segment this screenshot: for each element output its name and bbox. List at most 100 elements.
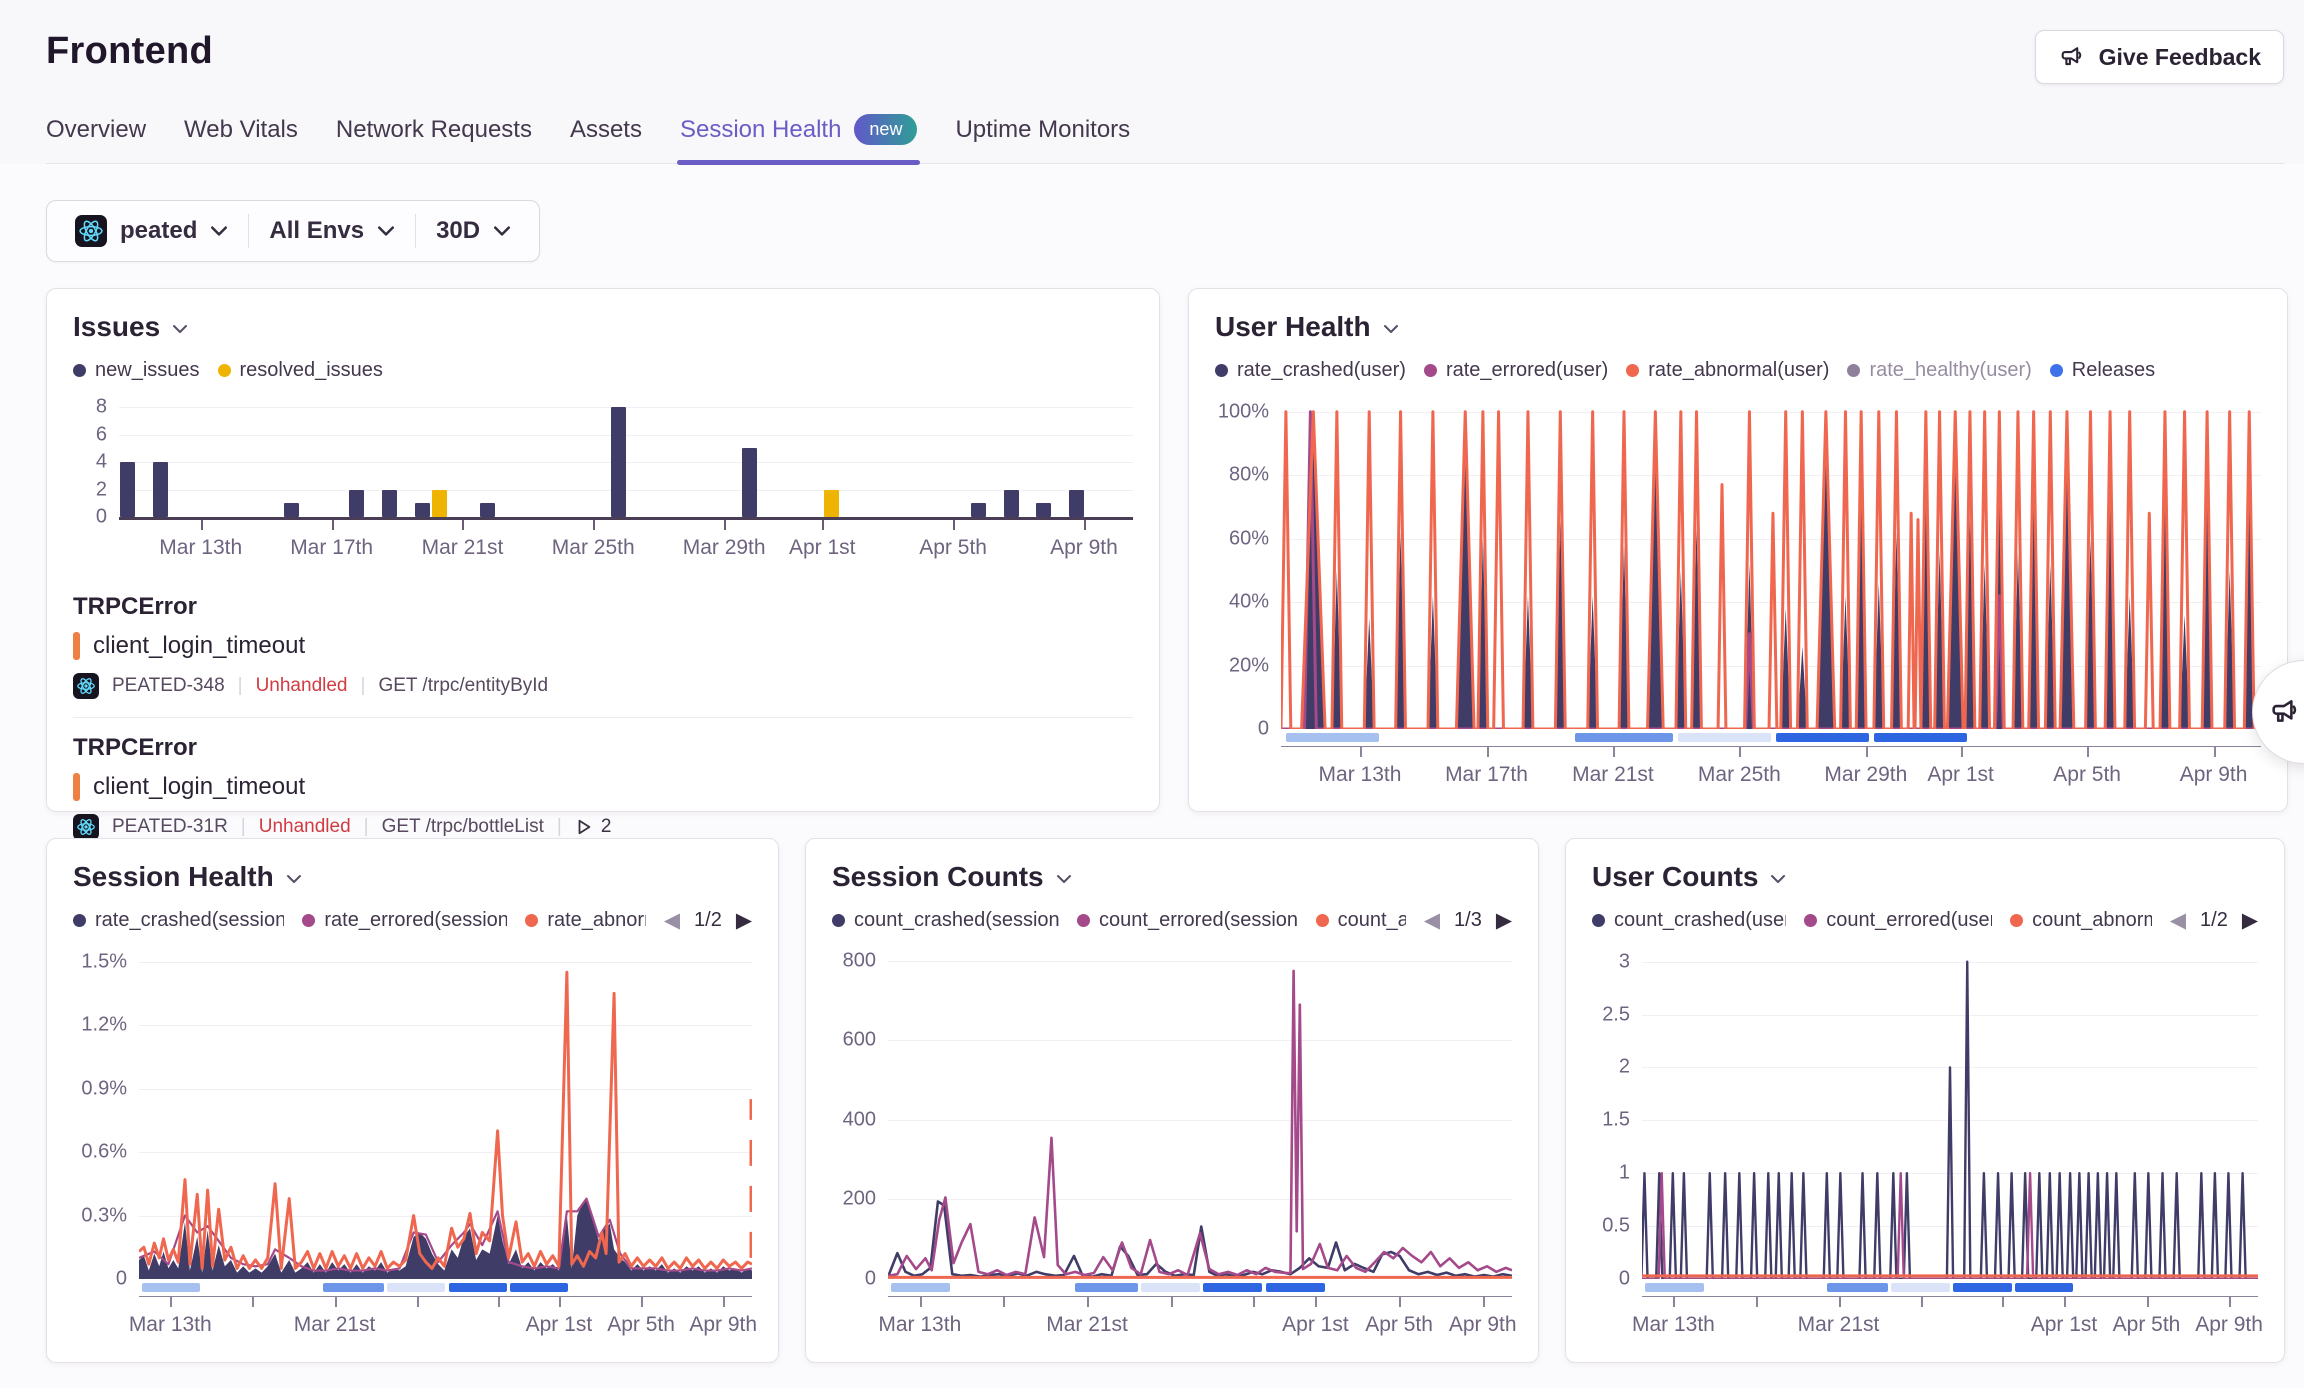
project-filter-value: peated [120,217,197,245]
legend-item-rate-crashed-user-[interactable]: rate_crashed(user) [1215,359,1406,382]
tab-uptime-monitors[interactable]: Uptime Monitors [955,114,1130,163]
tab-session-health[interactable]: Session Health new [680,114,917,163]
releases-track [139,1283,752,1292]
release-segment[interactable] [510,1283,568,1292]
session-health-title-dropdown[interactable]: Session Health [73,861,752,893]
x-axis-label: Mar 13th [1632,1313,1715,1337]
user-health-title-dropdown[interactable]: User Health [1215,311,2261,343]
meta-divider: | [557,816,562,838]
release-segment[interactable] [142,1283,200,1292]
y-axis-label: 2 [1619,1056,1630,1079]
release-segment[interactable] [1266,1283,1325,1292]
legend-pagination: ◀ 1/2 ▶ [664,909,752,932]
release-segment[interactable] [1075,1283,1137,1292]
legend-item-resolved-issues[interactable]: resolved_issues [218,359,383,382]
x-axis-tick [201,520,203,530]
y-axis-label: 200 [843,1188,876,1211]
legend-item-count-crashed-user-[interactable]: count_crashed(user) [1592,909,1786,932]
legend-next-button[interactable]: ▶ [2242,910,2258,931]
legend-prev-button[interactable]: ◀ [1424,910,1440,931]
x-axis: Mar 13thMar 21stApr 1stApr 5thApr 9th [139,1296,752,1346]
legend-label: rate_crashed(session) [95,909,284,932]
x-axis-label: Mar 21st [1572,763,1654,787]
legend-item-rate-errored-user-[interactable]: rate_errored(user) [1424,359,1608,382]
release-segment[interactable] [1891,1283,1950,1292]
replay-count[interactable]: 2 [575,816,612,838]
tab-web-vitals[interactable]: Web Vitals [184,114,298,163]
releases-track [1281,733,2261,742]
release-segment[interactable] [1827,1283,1889,1292]
date-range-filter[interactable]: 30D [416,201,531,261]
x-axis: Mar 13thMar 17thMar 21stMar 25thMar 29th… [1281,746,2261,796]
environment-filter[interactable]: All Envs [249,201,415,261]
issues-chart: 86420Mar 13thMar 17thMar 21stMar 25thMar… [73,399,1133,567]
legend-label: count_crashed(session) [854,909,1059,932]
x-axis-tick [170,1297,172,1307]
gridline [119,462,1133,463]
legend-item-rate-crashed-session-[interactable]: rate_crashed(session) [73,909,284,932]
release-segment[interactable] [1645,1283,1704,1292]
issue-row[interactable]: TRPCError client_login_timeout PEATED-31… [73,718,1133,858]
x-axis-label: Apr 1st [2031,1313,2098,1337]
x-axis-tick [920,1297,922,1307]
give-feedback-button[interactable]: Give Feedback [2035,30,2284,84]
tab-network-requests[interactable]: Network Requests [336,114,532,163]
user-health-chart: 100%80%60%40%20%0Mar 13thMar 17thMar 21s… [1215,399,2261,796]
release-segment[interactable] [1141,1283,1200,1292]
release-segment[interactable] [1286,733,1379,742]
legend-item-new-issues[interactable]: new_issues [73,359,200,382]
session-counts-title-dropdown[interactable]: Session Counts [832,861,1512,893]
bar-new-issues [1036,503,1051,517]
legend-item-count-errored-session-[interactable]: count_errored(session) [1077,909,1298,932]
legend-page-indicator: 1/2 [694,909,722,932]
user-counts-chart: 32.521.510.50Mar 13thMar 21stApr 1stApr … [1592,949,2258,1346]
tab-overview[interactable]: Overview [46,114,146,163]
legend-item-rate-healthy-user-[interactable]: rate_healthy(user) [1847,359,2031,382]
legend-item-releases[interactable]: Releases [2050,359,2155,382]
legend-item-count-abnorm[interactable]: count_abnorm [2010,909,2152,932]
legend-item-count-errored-user-[interactable]: count_errored(user) [1804,909,1992,932]
release-segment[interactable] [1776,733,1869,742]
legend-dot [2010,914,2023,927]
release-segment[interactable] [1953,1283,2012,1292]
legend-next-button[interactable]: ▶ [1496,910,1512,931]
release-segment[interactable] [1203,1283,1262,1292]
legend-item-rate-abnormal-user-[interactable]: rate_abnormal(user) [1626,359,1829,382]
legend-item-count-a[interactable]: count_a [1316,909,1406,932]
release-segment[interactable] [1874,733,1967,742]
user-counts-title-dropdown[interactable]: User Counts [1592,861,2258,893]
tab-bar: Overview Web Vitals Network Requests Ass… [46,114,2284,164]
release-segment[interactable] [1575,733,1673,742]
issue-row[interactable]: TRPCError client_login_timeout PEATED-34… [73,577,1133,717]
x-axis-tick [723,1297,725,1307]
legend-item-count-crashed-session-[interactable]: count_crashed(session) [832,909,1059,932]
legend-label: rate_abnormal(user) [1648,359,1829,382]
y-axis-label: 0.5 [1602,1215,1630,1238]
x-axis-tick [1673,1297,1675,1307]
x-axis-tick [462,520,464,530]
release-segment[interactable] [387,1283,445,1292]
react-project-icon [73,814,99,840]
x-axis-tick [724,520,726,530]
give-feedback-label: Give Feedback [2099,44,2261,71]
release-segment[interactable] [2015,1283,2074,1292]
legend-prev-button[interactable]: ◀ [664,910,680,931]
legend-next-button[interactable]: ▶ [736,910,752,931]
release-segment[interactable] [1678,733,1771,742]
legend-prev-button[interactable]: ◀ [2170,910,2186,931]
release-segment[interactable] [449,1283,507,1292]
tab-assets[interactable]: Assets [570,114,642,163]
project-filter[interactable]: peated [55,201,248,261]
x-axis-tick [335,1297,337,1307]
y-axis-label: 1 [1619,1162,1630,1185]
legend-item-rate-abnorr[interactable]: rate_abnorr [525,909,646,932]
release-segment[interactable] [891,1283,950,1292]
x-axis-label: Mar 17th [290,536,373,560]
legend-item-rate-errored-session-[interactable]: rate_errored(session) [302,909,507,932]
y-axis-label: 0 [1258,718,1269,741]
x-axis-label: Apr 1st [789,536,856,560]
release-segment[interactable] [323,1283,384,1292]
series-rate_abnormal(user) [1281,412,2261,729]
chart-plot [1642,949,2258,1279]
issues-title-dropdown[interactable]: Issues [73,311,1133,343]
